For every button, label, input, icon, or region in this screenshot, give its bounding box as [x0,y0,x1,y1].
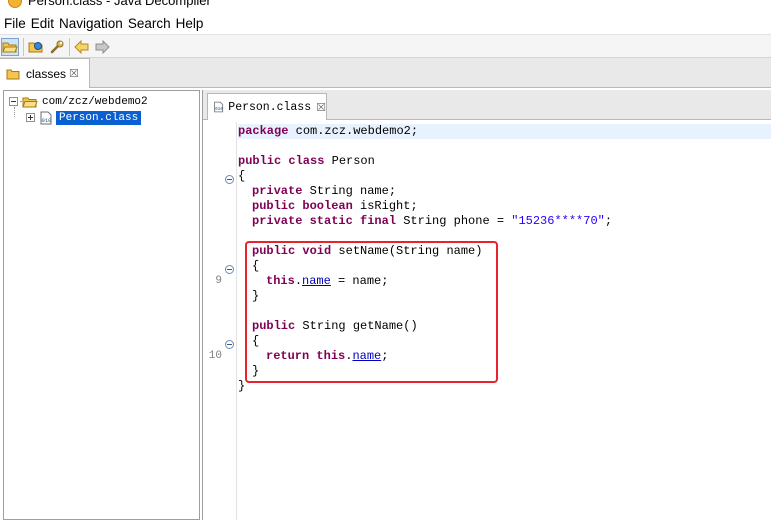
back-arrow-icon [74,40,89,54]
open-type-button[interactable] [27,38,45,56]
code-text: . [294,274,303,288]
fold-toggle-icon[interactable] [225,265,234,274]
menu-navigation[interactable]: Navigation [58,16,127,31]
collapse-icon[interactable] [9,97,18,106]
code-keyword: public class [238,154,325,168]
tab-person-class-label: Person.class [228,100,312,114]
line-number: 9 [215,275,222,287]
app-icon [8,0,22,8]
code-text: } [252,364,260,378]
code-text: { [238,169,246,183]
code-line: } [238,379,771,394]
code-text: ; [604,214,613,228]
code-text: { [252,334,260,348]
title-bar: Person.class - Java Decompiler [0,0,771,10]
editor-area: 010 Person.class ☒ 9 10 package com.zcz.… [202,90,771,520]
forward-arrow-icon [95,40,110,54]
tab-classes[interactable]: classes ☒ [0,58,90,88]
outer-tab-bar: classes ☒ [0,58,771,88]
menu-bar: File Edit Navigation Search Help [0,12,771,34]
toolbar-separator [69,38,70,56]
code-line: private String name; [238,184,771,199]
code-text: com.zcz.webdemo2; [288,124,419,138]
selected-class-label: Person.class [56,110,142,125]
menu-file[interactable]: File [3,16,30,31]
code-line: { [238,334,771,349]
code-text: String getName() [295,319,418,333]
code-text: setName(String name) [331,244,483,258]
package-label: com/zcz/webdemo2 [42,95,148,108]
editor-tab-bar: 010 Person.class ☒ [203,90,771,120]
fold-toggle-icon[interactable] [225,175,234,184]
code-keyword: return [266,349,310,363]
code-line: private static final String phone = "152… [238,214,771,229]
code-line: return this.name; [238,349,771,364]
code-text: String name; [302,184,397,198]
code-keyword: public void [252,244,332,258]
code-keyword: public boolean [252,199,353,213]
close-icon[interactable]: ☒ [316,102,326,113]
code-text: Person [324,154,375,168]
code-line: this.name = name; [238,274,771,289]
expand-icon[interactable] [26,113,35,122]
class-tree-panel: com/zcz/webdemo2 010 Person.class [3,90,200,520]
code-view[interactable]: package com.zcz.webdemo2; public class P… [238,122,771,520]
code-line: } [238,364,771,379]
window-title: Person.class - Java Decompiler [28,0,211,8]
code-text: = name; [330,274,389,288]
code-text: ; [381,349,389,363]
code-line: public boolean isRight; [238,199,771,214]
back-button[interactable] [73,38,91,56]
code-text: } [252,289,260,303]
code-text: } [238,379,246,393]
menu-edit[interactable]: Edit [30,16,58,31]
tab-person-class[interactable]: 010 Person.class ☒ [207,93,327,120]
class-file-icon: 010 [40,111,52,124]
code-keyword: this [266,274,295,288]
svg-text:010: 010 [42,117,52,124]
editor-gutter: 9 10 [203,122,237,520]
code-line: } [238,289,771,304]
code-text: String phone = [396,214,512,228]
folder-icon [6,69,20,79]
close-icon[interactable]: ☒ [69,68,79,79]
class-file-icon: 010 [214,101,223,113]
code-keyword: this [309,349,346,363]
open-file-button[interactable] [1,38,19,56]
code-line: package com.zcz.webdemo2; [238,124,771,139]
tree-node-class[interactable]: 010 Person.class [26,110,142,125]
code-line: { [238,259,771,274]
code-line: public class Person [238,154,771,169]
open-file-icon [2,42,18,53]
code-keyword: private static final [252,214,397,228]
menu-help[interactable]: Help [175,16,208,31]
code-field: name [302,274,331,288]
code-line: public void setName(String name) [238,244,771,259]
code-string: "15236****70" [511,214,605,228]
menu-search[interactable]: Search [127,16,175,31]
wrench-button[interactable] [48,38,66,56]
code-field: name [352,349,382,363]
code-line: public String getName() [238,319,771,334]
toolbar [0,34,771,58]
toolbar-separator [23,38,24,56]
tree-node-package[interactable]: com/zcz/webdemo2 [9,94,148,109]
wrench-icon [50,40,64,54]
code-keyword: package [238,124,289,138]
tab-classes-label: classes [26,66,67,81]
package-folder-icon [22,97,38,107]
code-keyword: private [252,184,303,198]
code-keyword: public [252,319,296,333]
code-text: isRight; [352,199,418,213]
line-number: 10 [208,350,222,362]
code-line: { [238,169,771,184]
code-text: { [252,259,260,273]
fold-toggle-icon[interactable] [225,340,234,349]
svg-text:010: 010 [215,106,223,112]
open-type-icon [28,42,43,53]
forward-button[interactable] [93,38,111,56]
